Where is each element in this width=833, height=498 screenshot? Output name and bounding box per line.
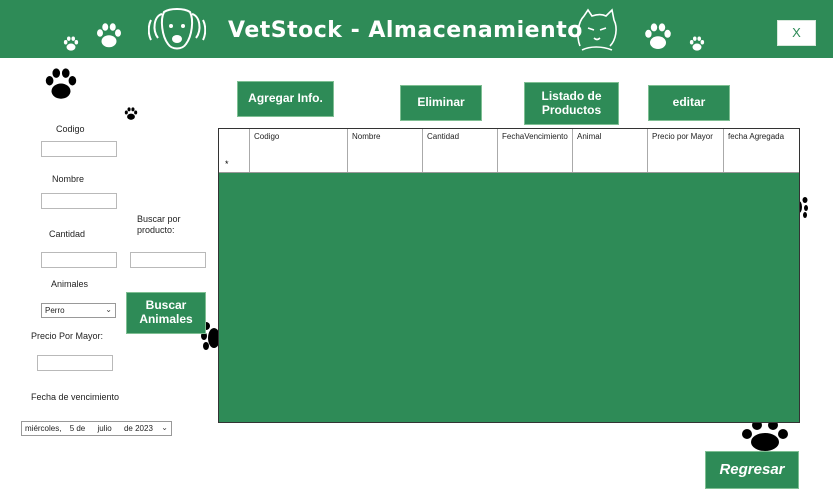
products-grid[interactable]: Codigo Nombre Cantidad FechaVencimiento … bbox=[218, 128, 800, 423]
column-header[interactable]: Cantidad bbox=[422, 129, 497, 156]
buscar-producto-input[interactable] bbox=[130, 252, 206, 268]
paw-icon bbox=[742, 420, 788, 451]
precio-input[interactable] bbox=[37, 355, 113, 371]
nombre-input[interactable] bbox=[41, 193, 117, 209]
new-row-marker: * bbox=[225, 159, 229, 169]
paw-icon bbox=[124, 107, 138, 120]
cantidad-input[interactable] bbox=[41, 252, 117, 268]
cat-logo-icon bbox=[577, 8, 617, 51]
table-row[interactable]: * bbox=[219, 156, 799, 173]
table-cell[interactable] bbox=[572, 156, 647, 172]
app-title: VetStock - Almacenamiento bbox=[228, 18, 583, 43]
table-cell[interactable] bbox=[647, 156, 723, 172]
table-cell[interactable] bbox=[347, 156, 422, 172]
grid-header: Codigo Nombre Cantidad FechaVencimiento … bbox=[219, 129, 799, 157]
animales-select-value: Perro bbox=[45, 306, 65, 315]
table-cell[interactable] bbox=[497, 156, 572, 172]
codigo-label: Codigo bbox=[56, 124, 85, 134]
column-header[interactable]: Nombre bbox=[347, 129, 422, 156]
close-button[interactable]: X bbox=[777, 20, 816, 46]
fecha-day: 5 de bbox=[69, 424, 86, 433]
listado-productos-button[interactable]: Listado de Productos bbox=[524, 82, 619, 125]
table-cell[interactable] bbox=[422, 156, 497, 172]
nombre-label: Nombre bbox=[52, 174, 85, 184]
paw-icon bbox=[63, 36, 79, 51]
chevron-down-icon: ⌄ bbox=[161, 423, 168, 432]
buscar-producto-label: Buscar por producto: bbox=[137, 214, 181, 235]
grid-row-header-corner bbox=[219, 129, 249, 156]
regresar-button[interactable]: Regresar bbox=[705, 451, 799, 489]
fecha-month: julio bbox=[97, 424, 112, 433]
paw-icon bbox=[689, 36, 705, 51]
editar-button[interactable]: editar bbox=[648, 85, 730, 121]
eliminar-button[interactable]: Eliminar bbox=[400, 85, 482, 121]
table-cell[interactable] bbox=[249, 156, 347, 172]
table-cell[interactable] bbox=[723, 156, 799, 172]
paw-icon bbox=[645, 23, 671, 49]
paw-icon bbox=[45, 68, 77, 99]
column-header[interactable]: Precio por Mayor bbox=[647, 129, 723, 156]
column-header[interactable]: fecha Agregada bbox=[723, 129, 799, 156]
agregar-info-button[interactable]: Agregar Info. bbox=[237, 81, 334, 117]
chevron-down-icon: ⌄ bbox=[105, 305, 112, 314]
fecha-label: Fecha de vencimiento bbox=[31, 392, 120, 402]
column-header[interactable]: Animal bbox=[572, 129, 647, 156]
fecha-weekday: miércoles, bbox=[25, 424, 62, 433]
animales-label: Animales bbox=[51, 279, 89, 289]
animales-select[interactable]: Perro ⌄ bbox=[41, 303, 116, 318]
dog-logo-icon bbox=[148, 8, 206, 50]
fecha-year: de 2023 bbox=[123, 424, 153, 433]
paw-icon bbox=[97, 23, 121, 48]
buscar-animales-button[interactable]: Buscar Animales bbox=[126, 292, 206, 334]
precio-label: Precio Por Mayor: bbox=[31, 331, 104, 341]
codigo-input[interactable] bbox=[41, 141, 117, 157]
fecha-datepicker[interactable]: miércoles, 5 de julio de 2023 ⌄ bbox=[21, 421, 172, 436]
column-header[interactable]: FechaVencimiento bbox=[497, 129, 572, 156]
column-header[interactable]: Codigo bbox=[249, 129, 347, 156]
cantidad-label: Cantidad bbox=[49, 229, 86, 239]
